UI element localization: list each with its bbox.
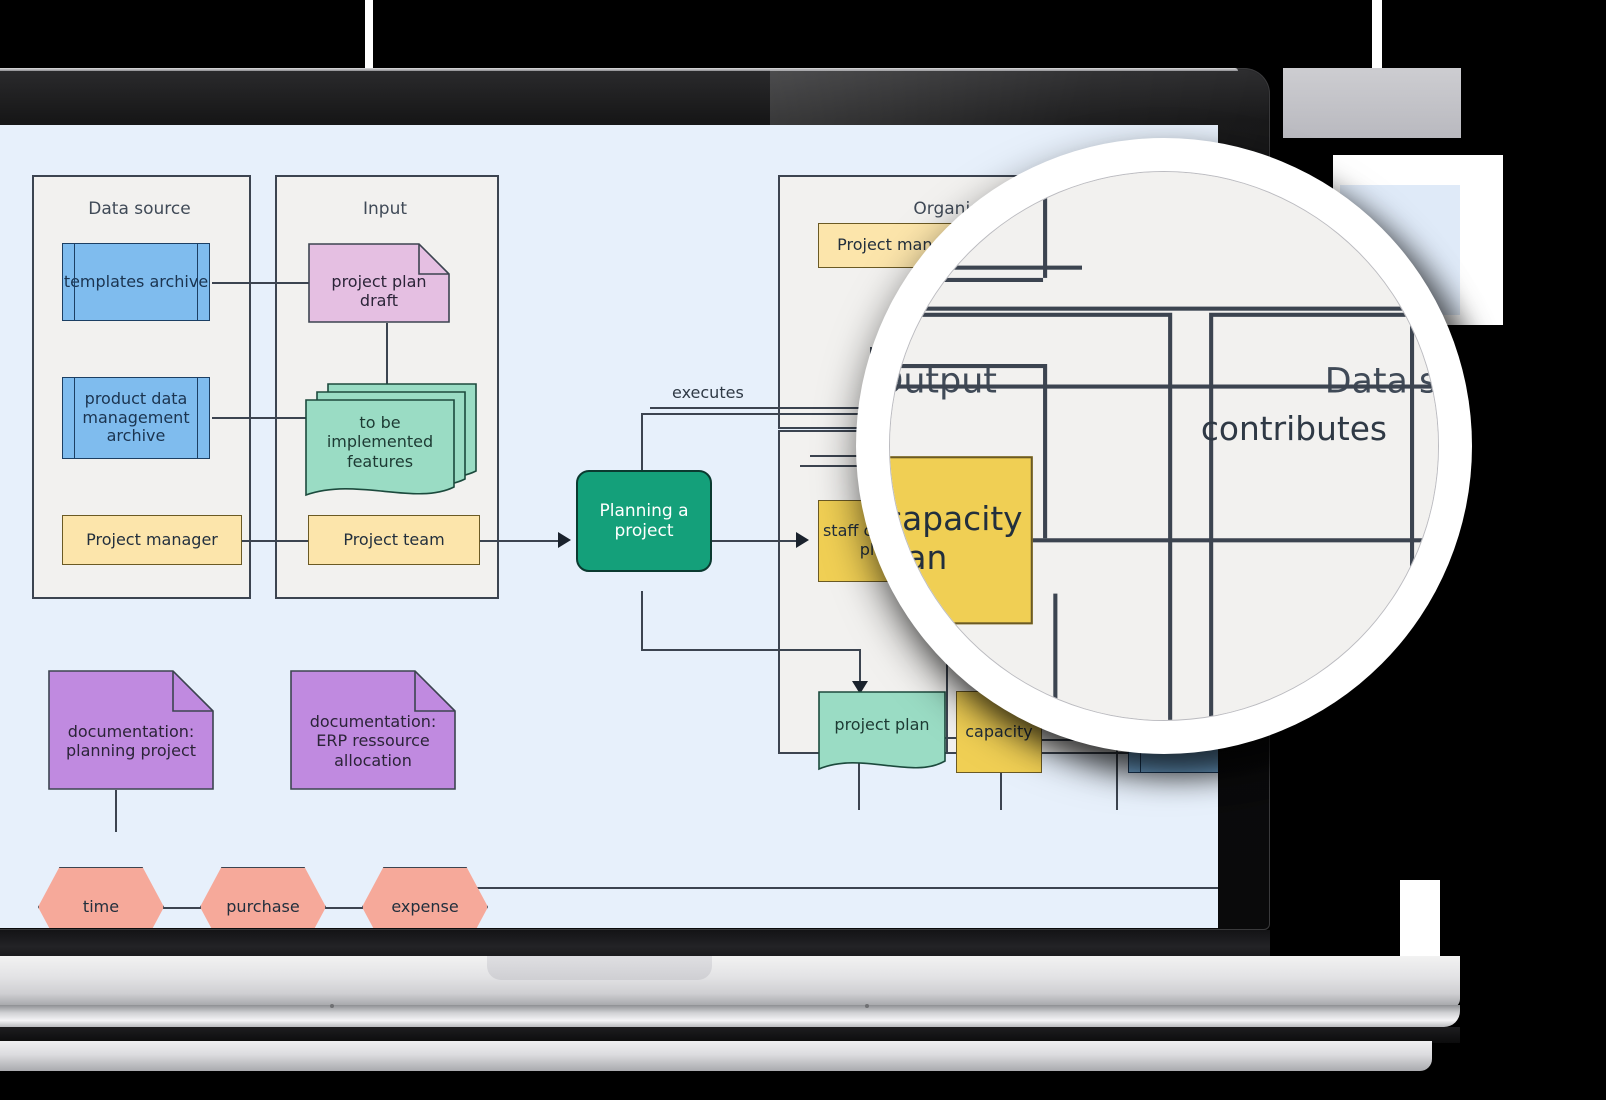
panel-data-sink-title: Data sink: [1324, 361, 1438, 403]
node-to-be-implemented-features-label: to be implemented features: [326, 413, 434, 471]
magnifier-lens[interactable]: Data sourceInputOrganisation / rolesOutp…: [856, 138, 1472, 754]
node-project-plan-draft-label: project plan draft: [331, 272, 427, 311]
connector-team-to-planning: [478, 540, 558, 542]
arrowhead-to-planning: [558, 532, 571, 548]
connector-executes-horizontal: [890, 277, 1044, 282]
panel-input-title: Input: [362, 199, 408, 219]
node-expense: expense: [362, 867, 488, 928]
node-templates-archive: templates archive: [62, 243, 210, 321]
connector-devteam-to-sink: [1410, 593, 1414, 717]
laptop-base-foot: [0, 1041, 1432, 1071]
connector-pmsource-to-pmrole: [897, 172, 902, 270]
background-gray-panel: [1283, 68, 1461, 138]
node-planning-a-project: Planning a project: [576, 470, 712, 572]
node-to-be-implemented-features: to be implemented features: [305, 383, 477, 499]
connector-planning-to-plan: [641, 649, 861, 651]
connector-executes-up: [1043, 172, 1047, 278]
node-documentation-planning-project: documentation: planning project: [48, 670, 214, 790]
connector-contributes-vertical: [1053, 593, 1057, 720]
label-contributes: contributes: [1200, 409, 1388, 449]
node-project-team: Project team: [308, 515, 480, 565]
connector-planning-down: [641, 591, 643, 649]
label-executes: executes: [672, 383, 744, 402]
node-purchase: purchase: [200, 867, 326, 928]
background-accent-bar-top-left: [365, 0, 373, 78]
magnifier-viewport: Data sourceInputOrganisation / rolesOutp…: [890, 172, 1438, 720]
background-accent-bar-top-right: [1372, 0, 1382, 68]
connector-doc-to-time: [115, 790, 117, 832]
connector-pm-to-team: [240, 540, 308, 542]
node-project-manager-source: Project manager: [62, 515, 242, 565]
connector-executes-inner: [890, 265, 1082, 270]
node-product-data-management-archive: product data management archive: [62, 377, 210, 459]
connector-contributes-rail: [890, 384, 1438, 389]
node-project-plan-draft: project plan draft: [308, 243, 450, 323]
node-time: time: [38, 867, 164, 928]
connector-planning-to-staff: [710, 540, 800, 542]
laptop-base-edge: [0, 1005, 1460, 1027]
connector-to-projectplan-drop: [859, 649, 861, 683]
panel-output-title: Output: [890, 361, 997, 403]
laptop-base-screw: [330, 1004, 334, 1008]
laptop-base-screw: [865, 1004, 869, 1008]
laptop-base-notch: [487, 956, 712, 980]
laptop-top-edge: [0, 68, 1238, 71]
connector-expense-rail: [470, 887, 1218, 889]
magnifier-content: Data sourceInputOrganisation / rolesOutp…: [890, 172, 1438, 720]
connector-pmrole-left: [890, 364, 1046, 368]
laptop-base-top: [0, 956, 1460, 1008]
panel-data-source-title: Data source: [88, 199, 191, 219]
node-documentation-erp-ressource-allocation: documentation: ERP ressource allocation: [290, 670, 456, 790]
connector-purchase-expense: [320, 907, 365, 909]
connector-pdm-to-features: [212, 417, 307, 419]
panel-organisation-roles: [890, 172, 1438, 311]
node-documentation-erp-ressource-allocation-label: documentation: ERP ressource allocation: [309, 712, 437, 770]
connector-devteam-down: [1410, 172, 1414, 594]
arrowhead-to-staff: [796, 532, 809, 548]
connector-pmrole-down: [1043, 364, 1047, 539]
node-documentation-planning-project-label: documentation: planning project: [65, 721, 197, 760]
node-staff-capacity-plan: staff capacity plan: [890, 456, 1033, 625]
